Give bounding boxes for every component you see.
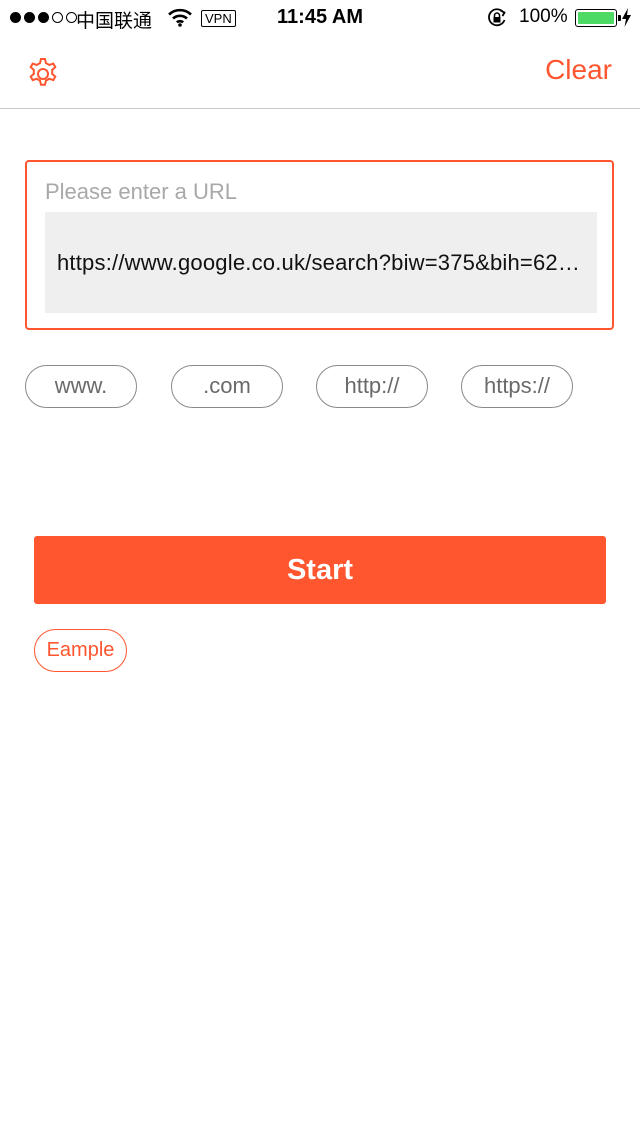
url-input[interactable]: https://www.google.co.uk/search?biw=375&… [45,212,597,313]
quick-insert-chips: www. .com http:// https:// [25,365,615,408]
app-screen: 中国联通 VPN 11:45 AM 100% Clear Please ente… [0,0,640,1138]
chip-com[interactable]: .com [171,365,283,408]
settings-button[interactable] [24,53,62,91]
chip-http[interactable]: http:// [316,365,428,408]
battery-percent: 100% [519,6,568,27]
status-bar: 中国联通 VPN 11:45 AM 100% [0,0,640,36]
url-field-label: Please enter a URL [45,179,237,204]
start-button[interactable]: Start [34,536,606,604]
example-button[interactable]: Eample [34,629,127,672]
nav-bar: Clear [0,36,640,109]
chip-https[interactable]: https:// [461,365,573,408]
battery-icon [575,9,621,27]
url-entry-card: Please enter a URL https://www.google.co… [25,160,614,330]
chip-www[interactable]: www. [25,365,137,408]
gear-icon [29,58,57,86]
charging-bolt-icon [621,8,632,33]
clear-button[interactable]: Clear [545,54,612,86]
rotation-lock-icon [486,8,508,34]
